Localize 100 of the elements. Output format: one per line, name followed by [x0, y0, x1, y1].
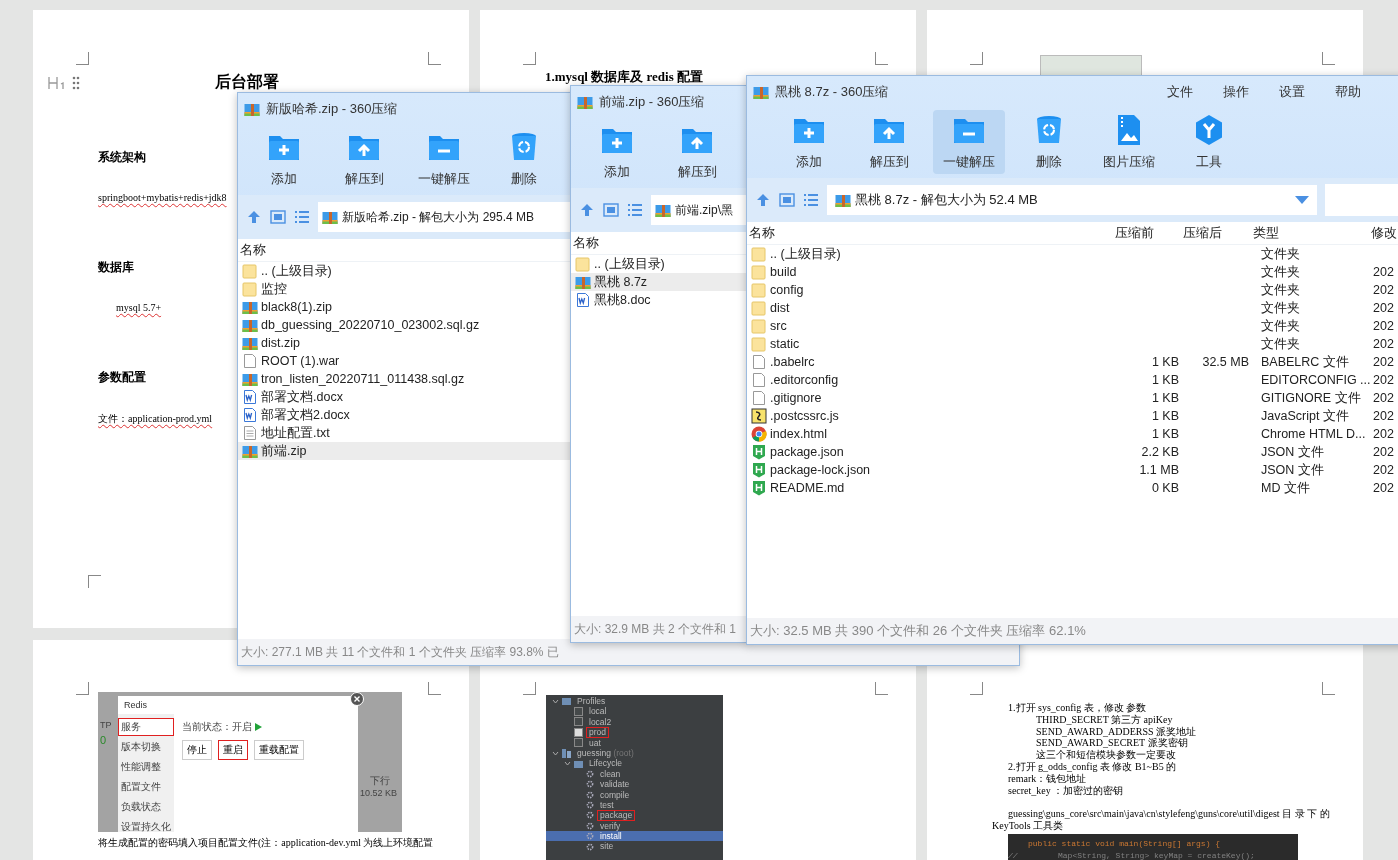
word-document-icon [575, 292, 591, 308]
sidebar-item[interactable]: 负载状态 [118, 798, 174, 816]
address-field[interactable]: 前端.zip\黑 [651, 195, 747, 225]
thumbnail-view-icon[interactable] [779, 193, 795, 207]
tree-item[interactable]: Lifecycle [586, 758, 626, 769]
thumbnail-view-icon[interactable] [270, 210, 286, 224]
checkbox[interactable] [574, 707, 583, 717]
close-icon[interactable] [350, 692, 364, 706]
file-row[interactable]: .editorconfig 1 KB EDITORCONFIG ... 202 [747, 371, 1398, 389]
sidebar-item[interactable]: 设置持久化 [118, 818, 174, 832]
column-header[interactable]: 压缩后 [1181, 224, 1251, 242]
tree-item[interactable]: clean [597, 768, 624, 780]
file-row[interactable]: package.json 2.2 KB JSON 文件 202 [747, 443, 1398, 461]
file-row[interactable]: .. (上级目录) [571, 255, 747, 273]
file-row[interactable]: 监控 [238, 280, 571, 298]
toolbar-button[interactable]: 图片压缩 [1093, 110, 1165, 174]
file-row[interactable]: db_guessing_20220710_023002.sql.gz [238, 316, 571, 334]
toolbar-button[interactable]: 工具 [1173, 110, 1245, 174]
up-arrow-icon[interactable] [246, 209, 262, 225]
file-row[interactable]: .. (上级目录) 文件夹 [747, 245, 1398, 263]
checkbox[interactable] [574, 738, 583, 748]
file-row[interactable]: index.html 1 KB Chrome HTML D... 202 [747, 425, 1398, 443]
file-row[interactable]: ROOT (1).war [238, 352, 571, 370]
tree-item[interactable]: site [597, 841, 617, 852]
list-view-icon[interactable] [803, 193, 819, 207]
column-header[interactable]: 类型 [1251, 224, 1369, 242]
file-row[interactable]: 黑桃8.doc [571, 291, 747, 309]
search-field[interactable] [1325, 184, 1398, 216]
sidebar-item[interactable]: 版本切换 [118, 738, 174, 756]
file-row[interactable]: .babelrc 1 KB 32.5 MB BABELRC 文件 202 [747, 353, 1398, 371]
menu-item[interactable]: 设置 [1279, 83, 1305, 101]
tree-item[interactable]: local2 [586, 716, 615, 728]
tree-item[interactable]: install [597, 831, 625, 842]
menu-item[interactable]: 操作 [1223, 83, 1249, 101]
file-row[interactable]: .gitignore 1 KB GITIGNORE 文件 202 [747, 389, 1398, 407]
file-row[interactable]: src 文件夹 202 [747, 317, 1398, 335]
expand-caret-icon[interactable] [552, 697, 559, 705]
file-row[interactable]: config 文件夹 202 [747, 281, 1398, 299]
up-arrow-icon[interactable] [579, 202, 595, 218]
tree-item[interactable]: Profiles [574, 696, 609, 707]
file-row[interactable]: .. (上级目录) [238, 262, 571, 280]
file-row[interactable]: build 文件夹 202 [747, 263, 1398, 281]
thumbnail-view-icon[interactable] [603, 203, 619, 217]
file-row[interactable]: .postcssrc.js 1 KB JavaScript 文件 202 [747, 407, 1398, 425]
menu-item[interactable]: 帮助 [1335, 83, 1361, 101]
toolbar-button[interactable]: 一键解压 [408, 127, 480, 191]
toolbar-button[interactable]: 删除 [488, 127, 560, 191]
file-row[interactable]: package-lock.json 1.1 MB JSON 文件 202 [747, 461, 1398, 479]
up-arrow-icon[interactable] [755, 192, 771, 208]
menu-item[interactable]: 文件 [1167, 83, 1193, 101]
file-row[interactable]: 前端.zip [238, 442, 571, 460]
file-row[interactable]: black8(1).zip [238, 298, 571, 316]
tree-item[interactable]: package [597, 810, 636, 821]
dialog-button[interactable]: 停止 [182, 740, 212, 760]
file-row[interactable]: static 文件夹 202 [747, 335, 1398, 353]
sidebar-item[interactable]: 性能调整 [118, 758, 174, 776]
expand-caret-icon[interactable] [564, 760, 571, 768]
tree-item[interactable]: prod [586, 727, 609, 738]
file-row[interactable]: 部署文档.docx [238, 388, 571, 406]
checkbox[interactable] [574, 727, 583, 737]
toolbar-button[interactable]: 解压到 [328, 127, 400, 191]
tree-item[interactable]: validate [597, 779, 633, 790]
drag-handle-icon[interactable] [72, 75, 80, 90]
file-row[interactable]: 地址配置.txt [238, 424, 571, 442]
sidebar-item[interactable]: 配置文件 [118, 778, 174, 796]
tree-item[interactable]: test [597, 799, 617, 811]
tree-item[interactable]: local [586, 706, 610, 717]
toolbar-button[interactable]: 添加 [581, 120, 653, 184]
column-header[interactable]: 名称 [747, 224, 1113, 242]
dropdown-caret-icon[interactable] [1295, 196, 1309, 204]
toolbar-button[interactable]: 解压到 [661, 120, 733, 184]
toolbar-button[interactable]: 添加 [773, 110, 845, 174]
address-field[interactable]: 黑桃 8.7z - 解包大小为 52.4 MB [827, 185, 1317, 215]
expand-caret-icon[interactable] [552, 749, 559, 757]
address-field[interactable]: 新版哈希.zip - 解包大小为 295.4 MB [318, 202, 571, 232]
column-header[interactable]: 名称 [571, 234, 747, 252]
toolbar-button[interactable]: 一键解压 [933, 110, 1005, 174]
tree-item[interactable]: uat [586, 737, 604, 748]
file-row[interactable]: tron_listen_20220711_011438.sql.gz [238, 370, 571, 388]
file-row[interactable]: README.md 0 KB MD 文件 202 [747, 479, 1398, 497]
archive-icon [575, 274, 591, 290]
file-row[interactable]: 黑桃 8.7z [571, 273, 747, 291]
file-row[interactable]: dist 文件夹 202 [747, 299, 1398, 317]
archive-icon [242, 317, 258, 333]
toolbar-button[interactable]: 删除 [1013, 110, 1085, 174]
tree-item[interactable]: compile [597, 789, 633, 800]
column-header[interactable]: 压缩前 [1113, 224, 1181, 242]
tree-item[interactable]: verify [597, 820, 624, 832]
file-row[interactable]: 部署文档2.docx [238, 406, 571, 424]
file-row[interactable]: dist.zip [238, 334, 571, 352]
list-view-icon[interactable] [627, 203, 643, 217]
toolbar-button[interactable]: 添加 [248, 127, 320, 191]
checkbox[interactable] [574, 717, 583, 727]
sidebar-item[interactable]: 服务 [118, 718, 174, 736]
list-view-icon[interactable] [294, 210, 310, 224]
column-header[interactable]: 名称 [238, 241, 571, 259]
column-header[interactable]: 修改 [1369, 224, 1398, 242]
toolbar-button[interactable]: 解压到 [853, 110, 925, 174]
dialog-button[interactable]: 重载配置 [254, 740, 304, 760]
dialog-button[interactable]: 重启 [218, 740, 248, 760]
